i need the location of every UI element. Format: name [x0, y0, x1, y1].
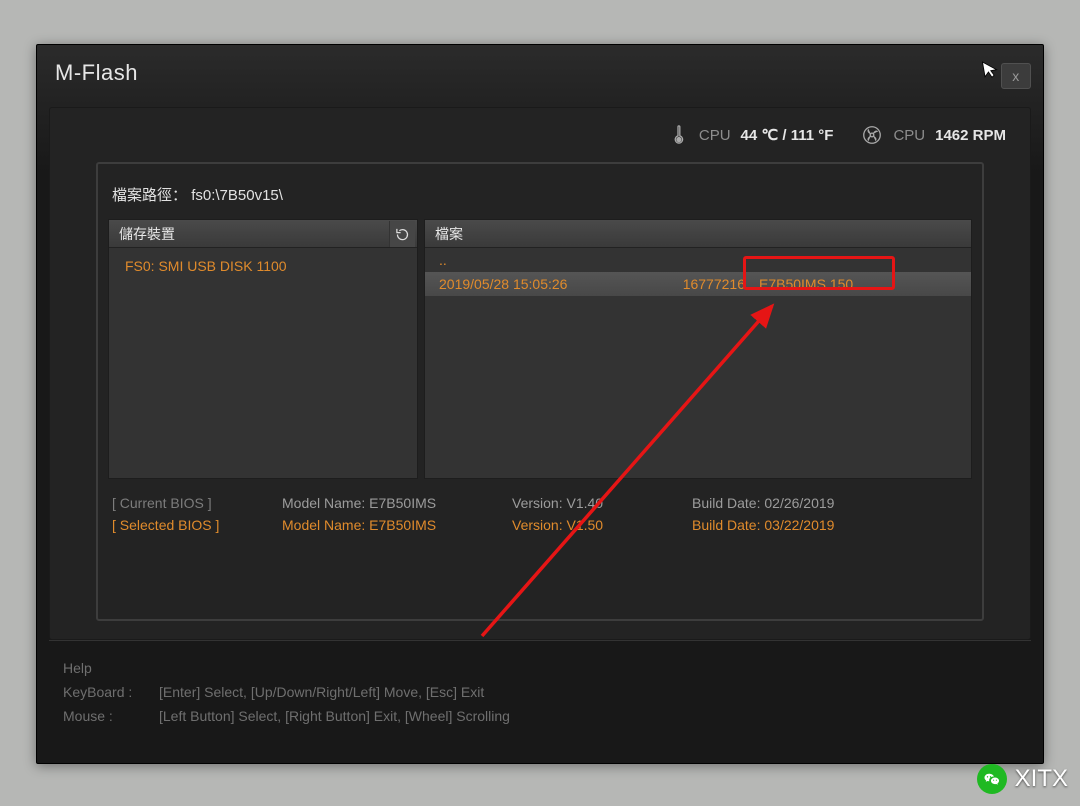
file-up-dots: .. [439, 252, 649, 268]
bios-info: [ Current BIOS ] Model Name: E7B50IMS Ve… [108, 493, 972, 537]
selected-version: V1.50 [566, 517, 603, 533]
path-row: 檔案路徑： fs0:\7B50v15\ [108, 178, 972, 219]
help-mouse-label: Mouse : [63, 705, 149, 729]
cpu-fan: CPU 1462 RPM [861, 124, 1006, 146]
fan-icon [861, 124, 883, 146]
mflash-window: M-Flash x CPU 44 ℃ / 111 °F CPU 1462 RPM [36, 44, 1044, 764]
selected-build: 03/22/2019 [764, 517, 834, 533]
help-area: Help KeyBoard : [Enter] Select, [Up/Down… [49, 647, 1031, 736]
refresh-button[interactable] [389, 221, 415, 247]
watermark-text: XITX [1015, 765, 1068, 793]
app-title: M-Flash [55, 60, 138, 86]
file-row-up[interactable]: .. [425, 248, 971, 272]
devices-header-label: 儲存裝置 [119, 224, 175, 244]
cpu-temp: CPU 44 ℃ / 111 °F [667, 124, 834, 146]
model-label-s: Model Name: [282, 517, 365, 533]
cpu-temp-value: 44 ℃ / 111 °F [741, 126, 834, 144]
build-label-s: Build Date: [692, 517, 760, 533]
help-mouse: Mouse : [Left Button] Select, [Right But… [63, 705, 1017, 729]
file-row[interactable]: 2019/05/28 15:05:26 16777216 E7B50IMS.15… [425, 272, 971, 296]
files-column: 檔案 .. 2019/05/28 15:05:26 16777216 E7B50… [424, 219, 972, 479]
titlebar: M-Flash x [37, 45, 1043, 101]
refresh-icon [395, 227, 410, 242]
help-mouse-text: [Left Button] Select, [Right Button] Exi… [159, 705, 510, 729]
devices-header: 儲存裝置 [109, 220, 417, 248]
path-label: 檔案路徑： [112, 187, 187, 204]
selected-model: E7B50IMS [369, 517, 436, 533]
current-version: V1.40 [566, 495, 603, 511]
current-model: E7B50IMS [369, 495, 436, 511]
devices-list: FS0: SMI USB DISK 1100 [109, 248, 417, 478]
file-name: E7B50IMS.150 [759, 276, 961, 292]
version-label: Version: [512, 495, 563, 511]
columns: 儲存裝置 FS0: SMI USB DISK 1100 檔案 [108, 219, 972, 479]
file-browser: 檔案路徑： fs0:\7B50v15\ 儲存裝置 FS0: SMI USB DI… [96, 162, 984, 621]
device-item[interactable]: FS0: SMI USB DISK 1100 [109, 248, 417, 284]
cpu-fan-label: CPU [893, 127, 925, 144]
files-header-label: 檔案 [435, 224, 463, 244]
body: CPU 44 ℃ / 111 °F CPU 1462 RPM 檔案路徑： fs0… [37, 101, 1043, 763]
file-size: 16777216 [649, 276, 759, 292]
files-list: .. 2019/05/28 15:05:26 16777216 E7B50IMS… [425, 248, 971, 478]
build-label: Build Date: [692, 495, 760, 511]
version-label-s: Version: [512, 517, 563, 533]
current-build: 02/26/2019 [764, 495, 834, 511]
watermark: XITX [977, 764, 1068, 794]
model-label: Model Name: [282, 495, 365, 511]
main-panel: CPU 44 ℃ / 111 °F CPU 1462 RPM 檔案路徑： fs0… [49, 107, 1031, 640]
selected-bios-label: [ Selected BIOS ] [112, 517, 282, 533]
devices-column: 儲存裝置 FS0: SMI USB DISK 1100 [108, 219, 418, 479]
close-button[interactable]: x [1001, 63, 1031, 89]
help-kb-label: KeyBoard : [63, 681, 149, 705]
current-bios-label: [ Current BIOS ] [112, 495, 282, 511]
help-keyboard: KeyBoard : [Enter] Select, [Up/Down/Righ… [63, 681, 1017, 705]
thermometer-icon [667, 124, 689, 146]
help-kb-text: [Enter] Select, [Up/Down/Right/Left] Mov… [159, 681, 484, 705]
cursor-icon [979, 57, 1003, 86]
path-value: fs0:\7B50v15\ [191, 187, 283, 204]
status-bar: CPU 44 ℃ / 111 °F CPU 1462 RPM [50, 108, 1030, 162]
cpu-temp-label: CPU [699, 127, 731, 144]
separator [49, 640, 1031, 641]
cpu-fan-value: 1462 RPM [935, 127, 1006, 144]
file-date: 2019/05/28 15:05:26 [439, 276, 649, 292]
help-title: Help [63, 657, 1017, 681]
wechat-icon [977, 764, 1007, 794]
files-header: 檔案 [425, 220, 971, 248]
close-icon: x [1012, 68, 1020, 84]
